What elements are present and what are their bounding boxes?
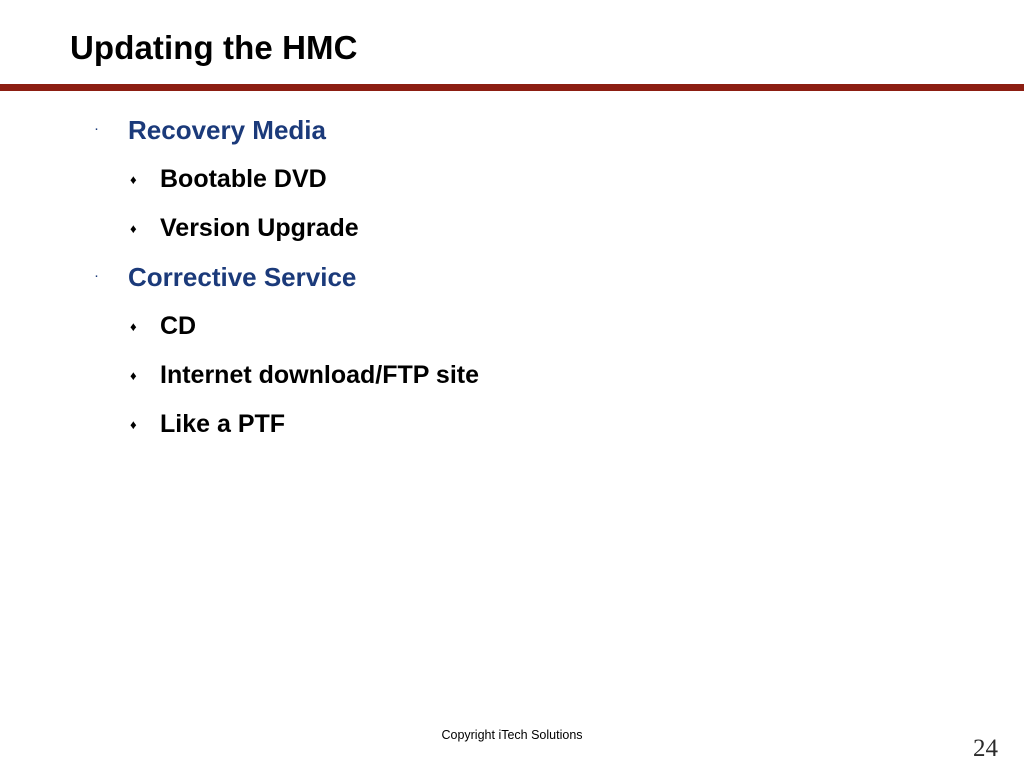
list-item: ♦ Like a PTF [0,406,1024,455]
list-item: · Corrective Service [0,259,1024,308]
diamond-bullet-icon: ♦ [130,417,137,432]
list-item: ♦ Bootable DVD [0,161,1024,210]
list-item-label: Internet download/FTP site [160,361,480,389]
list-item: ♦ Internet download/FTP site [0,357,1024,406]
title-divider-rule [0,84,1024,91]
diamond-bullet-icon: ♦ [130,172,137,187]
diamond-bullet-icon: ♦ [130,319,137,334]
page-number: 24 [973,735,998,762]
dot-bullet-icon: · [94,120,99,137]
page-title: Updating the HMC [70,29,358,66]
list-item: ♦ Version Upgrade [0,210,1024,259]
diamond-bullet-icon: ♦ [130,368,137,383]
list-item-label: Bootable DVD [160,165,327,193]
list-item-label: Recovery Media [128,115,326,145]
slide-canvas: Updating the HMC · Recovery Media ♦ Boot… [0,0,1024,768]
list-item-label: Version Upgrade [160,214,359,242]
list-item-label: CD [160,312,197,340]
list-item-label: Like a PTF [160,410,286,438]
list-item: · Recovery Media [0,112,1024,161]
diamond-bullet-icon: ♦ [130,221,137,236]
list-item: ♦ CD [0,308,1024,357]
footer-copyright: Copyright iTech Solutions [441,728,583,742]
bullet-list: · Recovery Media ♦ Bootable DVD ♦ Versio… [0,112,1024,455]
dot-bullet-icon: · [94,267,99,284]
list-item-label: Corrective Service [128,262,357,292]
